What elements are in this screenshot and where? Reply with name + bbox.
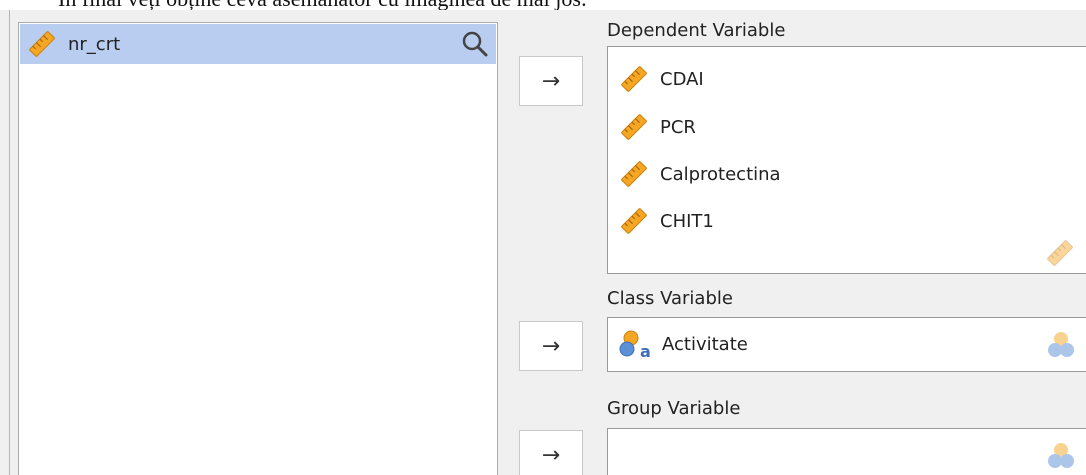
move-to-class-button[interactable]: → (519, 321, 583, 371)
group-variable-label: Group Variable (607, 398, 741, 419)
class-item-label: Activitate (662, 333, 748, 355)
nominal-icon (1044, 329, 1078, 361)
ruler-icon (618, 111, 650, 143)
dependent-item[interactable]: CDAI (618, 59, 704, 99)
available-variables-list[interactable]: nr_crt (18, 22, 498, 475)
panel-border (9, 10, 10, 475)
move-to-dependent-button[interactable]: → (519, 56, 583, 106)
class-variable-box[interactable]: a Activitate (607, 317, 1086, 372)
dependent-item-label: PCR (660, 116, 696, 138)
dependent-item-label: CHIT1 (660, 210, 714, 232)
class-item[interactable]: a Activitate (618, 324, 748, 364)
ruler-icon (1044, 237, 1076, 269)
class-variable-label: Class Variable (607, 288, 733, 309)
nominal-icon: a (618, 328, 652, 360)
dependent-item[interactable]: PCR (618, 107, 696, 147)
dependent-item[interactable]: CHIT1 (618, 201, 714, 241)
nominal-icon (1044, 440, 1078, 472)
dependent-item-label: Calprotectina (660, 163, 781, 185)
ruler-icon (618, 158, 650, 190)
ruler-icon (618, 205, 650, 237)
dependent-variable-box[interactable]: CDAI PCR Calprotectina CHIT1 (607, 46, 1086, 274)
ruler-icon (26, 28, 58, 60)
dependent-variable-label: Dependent Variable (607, 20, 786, 41)
variable-label: nr_crt (68, 33, 121, 55)
ruler-icon (618, 63, 650, 95)
svg-text:a: a (640, 342, 651, 360)
dependent-item[interactable]: Calprotectina (618, 154, 781, 194)
dependent-item-label: CDAI (660, 68, 704, 90)
variable-item[interactable]: nr_crt (20, 24, 496, 64)
variable-assignment-panel: nr_crt Dependent Variable → CDAI PCR Cal… (0, 10, 1086, 475)
group-variable-box[interactable] (607, 428, 1086, 475)
move-to-group-button[interactable]: → (519, 430, 583, 475)
search-icon[interactable] (460, 29, 490, 59)
